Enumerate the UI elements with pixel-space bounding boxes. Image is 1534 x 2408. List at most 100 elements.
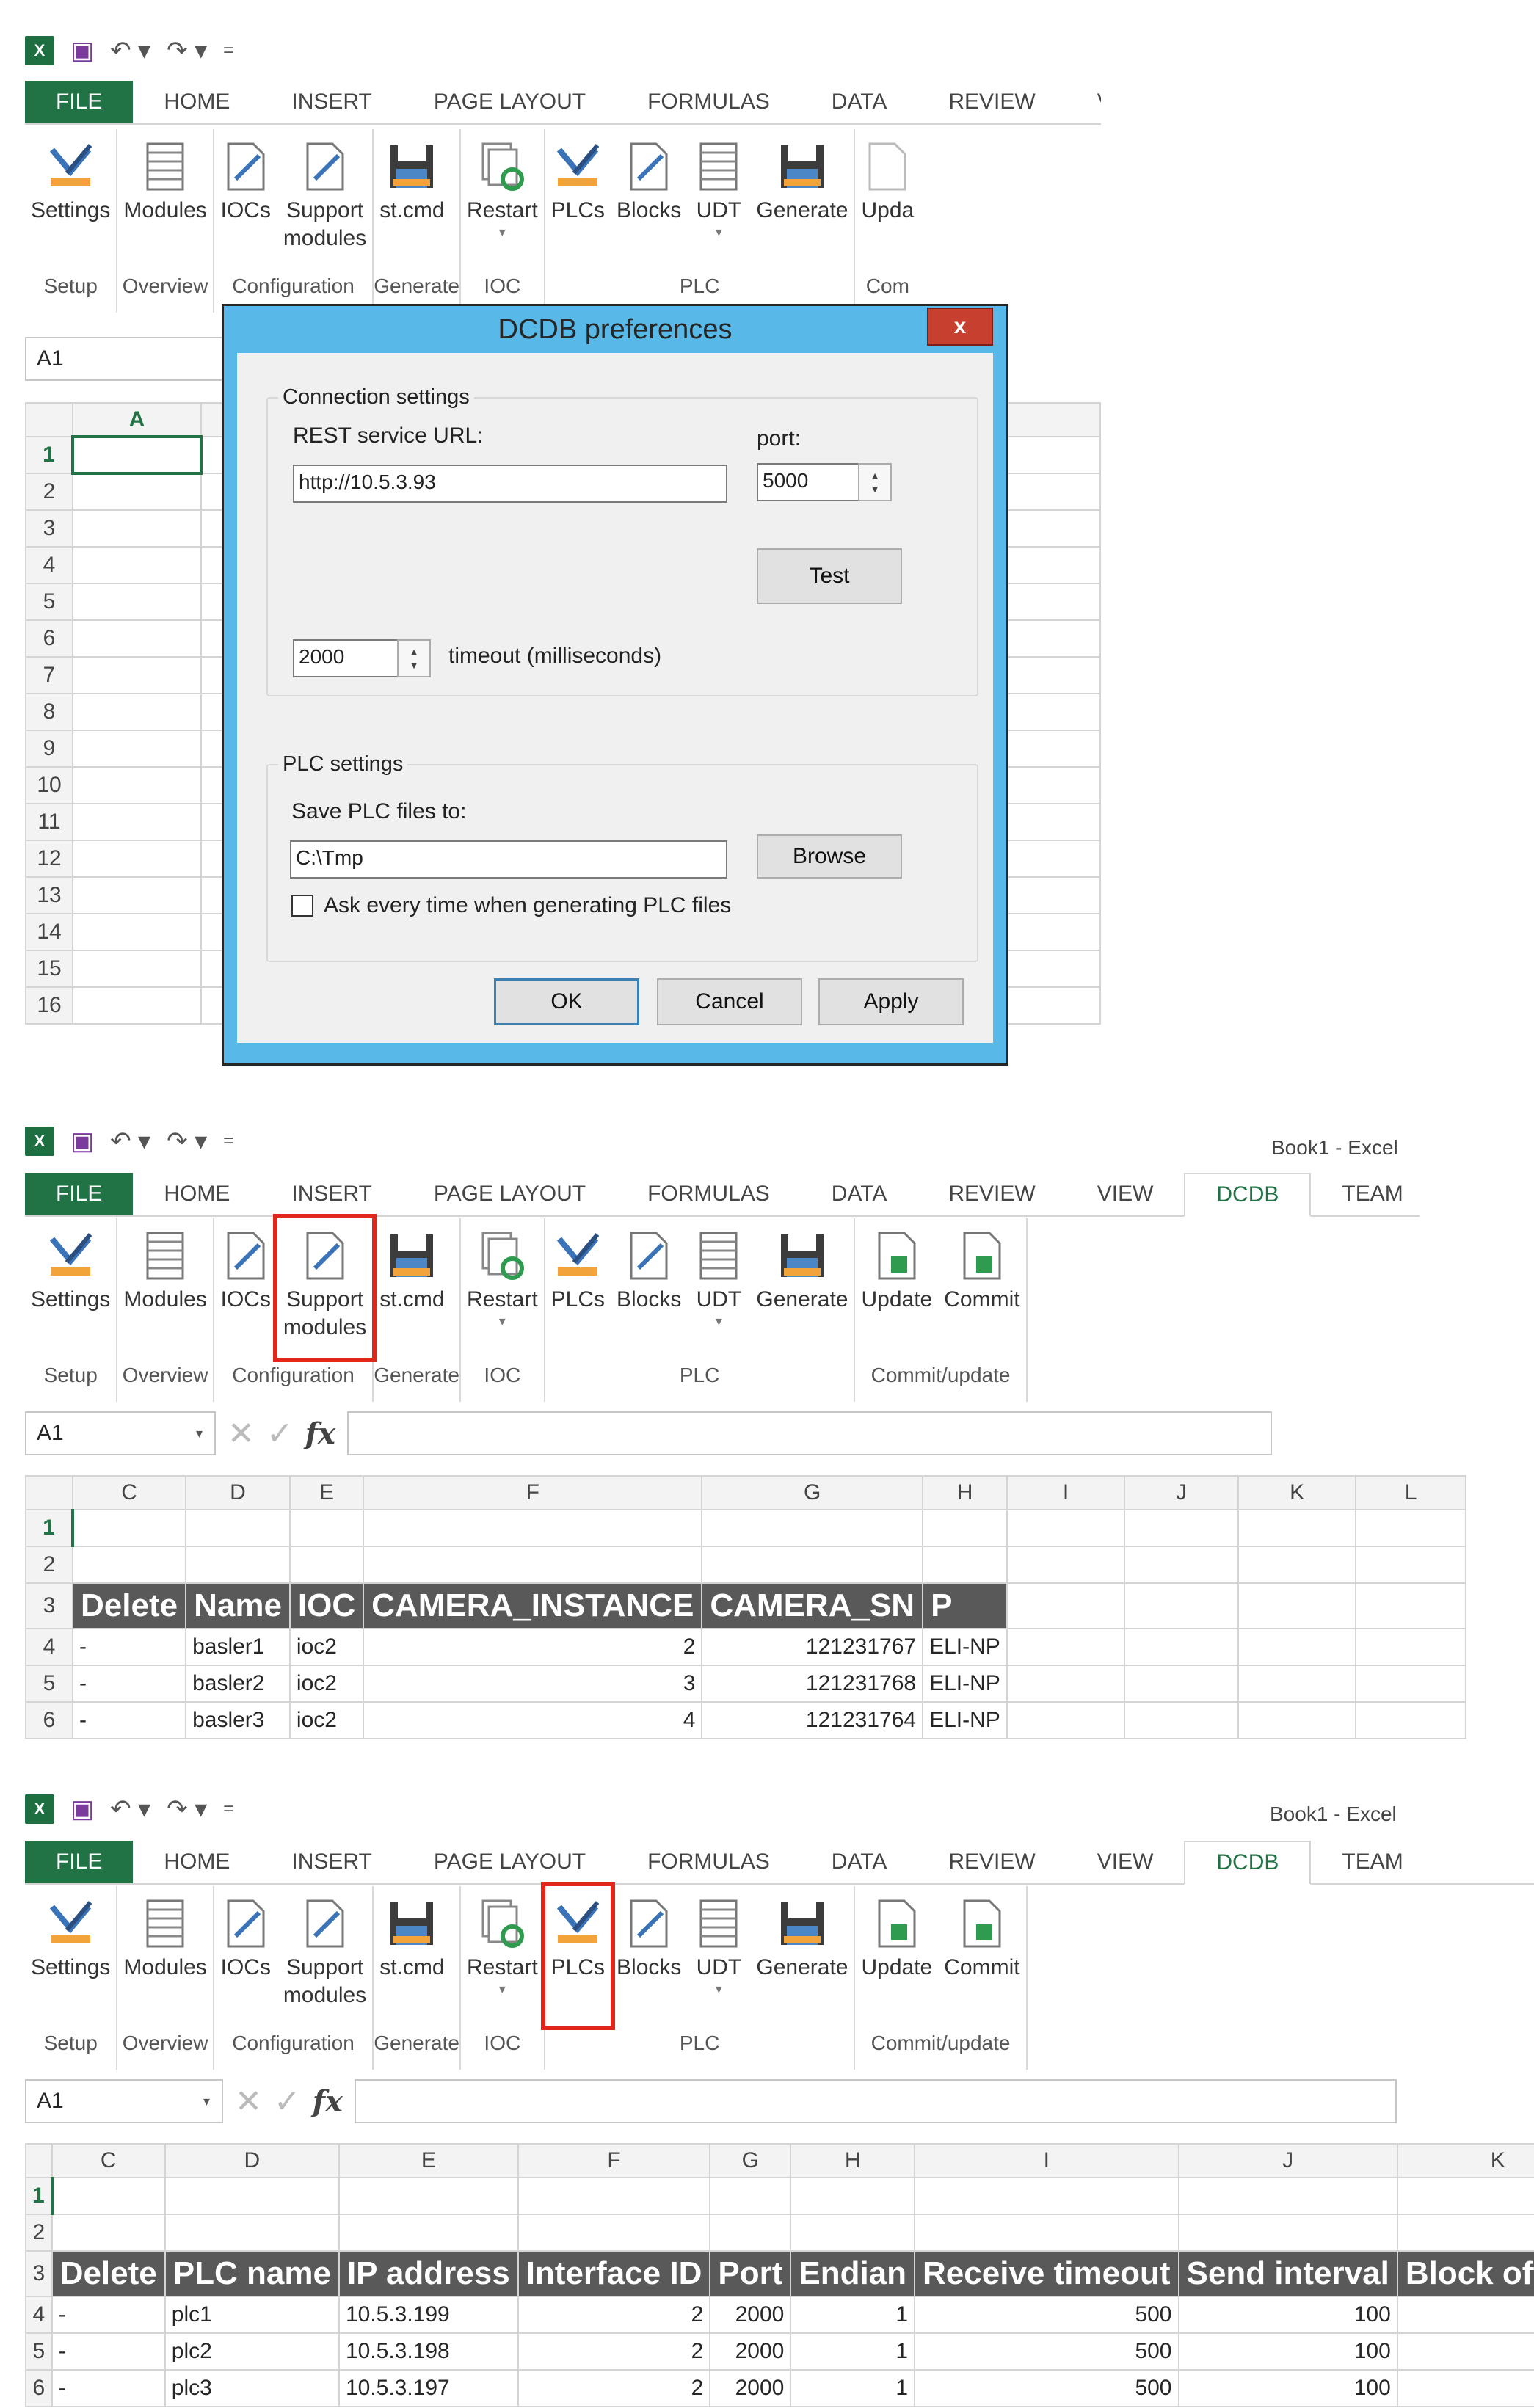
tab-insert[interactable]: INSERT [261,1173,402,1215]
row-header[interactable]: 4 [25,2296,53,2334]
header-cell[interactable]: CAMERA_SN [701,1582,924,1629]
name-box-dropdown-icon[interactable]: ▾ [203,2094,210,2109]
header-cell[interactable]: IOC [288,1582,365,1629]
data-cell[interactable]: ELI-NP [922,1665,1008,1703]
stcmd-button[interactable]: st.cmd [374,129,450,269]
tab-formulas[interactable]: FORMULAS [617,1173,801,1215]
cell[interactable] [72,730,202,768]
update-button[interactable]: Upda [855,129,920,269]
row-header[interactable]: 2 [25,473,73,511]
cell[interactable] [72,840,202,878]
column-header[interactable]: H [790,2143,916,2178]
cell[interactable] [72,986,202,1025]
cell[interactable] [72,509,202,548]
data-cell[interactable]: 2000 [709,2332,792,2371]
column-header[interactable]: F [517,2143,711,2178]
name-box[interactable]: A1 [25,337,230,381]
tab-insert[interactable]: INSERT [261,81,402,123]
customize-qat-icon[interactable]: = [223,1800,233,1818]
data-cell[interactable]: - [51,2369,166,2407]
cell[interactable] [1396,2214,1534,2252]
data-cell[interactable]: 10.5.3.197 [338,2369,519,2407]
modules-button[interactable]: Modules [117,1886,212,2026]
cell[interactable] [709,2214,792,2252]
tab-page-layout[interactable]: PAGE LAYOUT [403,1173,617,1215]
tab-file[interactable]: FILE [25,1841,134,1883]
cell[interactable] [363,1509,703,1547]
cancel-entry-icon[interactable]: ✕ [235,2083,262,2120]
header-cell[interactable]: CAMERA_INSTANCE [363,1582,703,1629]
cell[interactable] [1355,1582,1467,1629]
tab-file[interactable]: FILE [25,81,134,123]
row-header[interactable]: 16 [25,986,73,1025]
cell[interactable] [1006,1546,1126,1584]
data-cell[interactable]: basler2 [185,1665,291,1703]
cell[interactable] [709,2177,792,2215]
data-cell[interactable]: 10.5.3.199 [338,2296,519,2334]
tab-page-layout[interactable]: PAGE LAYOUT [403,1841,617,1883]
header-cell[interactable]: Name [185,1582,291,1629]
tab-home[interactable]: HOME [133,1173,261,1215]
cell[interactable] [72,473,202,511]
cell[interactable] [701,1509,924,1547]
data-cell[interactable]: ELI-NP [922,1701,1008,1739]
udt-button[interactable]: UDT ▾ [687,129,750,269]
redo-icon[interactable]: ↷ ▾ [167,1797,207,1822]
cell[interactable] [72,913,202,951]
cell[interactable] [164,2214,340,2252]
tab-insert[interactable]: INSERT [261,1841,402,1883]
rest-url-input[interactable]: http://10.5.3.93 [293,465,727,503]
update-button[interactable]: Update [855,1218,938,1358]
cell[interactable] [1124,1582,1240,1629]
row-header[interactable]: 6 [25,619,73,658]
data-cell[interactable]: 500 [914,2332,1179,2371]
data-cell[interactable]: basler1 [185,1628,291,1666]
tab-data[interactable]: DATA [801,1173,918,1215]
confirm-entry-icon[interactable]: ✓ [274,2083,301,2120]
row-header[interactable]: 15 [25,950,73,988]
column-header[interactable]: F [363,1475,703,1510]
settings-button[interactable]: Settings [25,1886,116,2026]
tab-dcdb[interactable]: DCDB [1184,1841,1312,1885]
tab-page-layout[interactable]: PAGE LAYOUT [403,81,617,123]
data-cell[interactable]: 10.5.3.198 [338,2332,519,2371]
row-header[interactable]: 1 [25,2177,53,2215]
generate-button[interactable]: Generate [750,1218,854,1358]
data-cell[interactable]: ioc2 [288,1628,365,1666]
row-header[interactable]: 12 [25,840,73,878]
cell[interactable] [1177,2214,1398,2252]
cell[interactable] [1006,1628,1126,1666]
column-header[interactable]: E [338,2143,519,2178]
save-icon[interactable]: ▣ [70,38,94,63]
modules-button[interactable]: Modules [117,1218,212,1358]
tab-review[interactable]: REVIEW [917,1841,1066,1883]
udt-button[interactable]: UDT ▾ [687,1218,750,1358]
data-cell[interactable]: 500 [914,2296,1179,2334]
row-header[interactable]: 1 [25,436,73,474]
cell[interactable] [517,2177,711,2215]
cell[interactable] [1124,1546,1240,1584]
cancel-entry-icon[interactable]: ✕ [228,1415,255,1452]
cell[interactable] [72,950,202,988]
cell[interactable] [1355,1546,1467,1584]
cell[interactable] [1396,2177,1534,2215]
cell[interactable] [185,1509,291,1547]
row-header[interactable]: 2 [25,2214,53,2252]
cell[interactable] [72,619,202,658]
data-cell[interactable]: ioc2 [288,1665,365,1703]
cell[interactable] [1124,1509,1240,1547]
browse-button[interactable]: Browse [757,834,902,879]
cell[interactable] [72,583,202,621]
tab-data[interactable]: DATA [801,81,918,123]
undo-icon[interactable]: ↶ ▾ [110,38,150,63]
cell[interactable] [185,1546,291,1584]
data-cell[interactable]: - [71,1701,187,1739]
column-header[interactable]: C [51,2143,166,2178]
support-modules-button[interactable]: Support modules [277,129,372,269]
cell[interactable] [164,2177,340,2215]
cell[interactable] [914,2214,1179,2252]
data-cell[interactable]: plc2 [164,2332,340,2371]
data-cell[interactable]: 121231767 [701,1628,924,1666]
header-cell[interactable]: Delete [71,1582,187,1629]
column-header[interactable]: I [914,2143,1179,2178]
